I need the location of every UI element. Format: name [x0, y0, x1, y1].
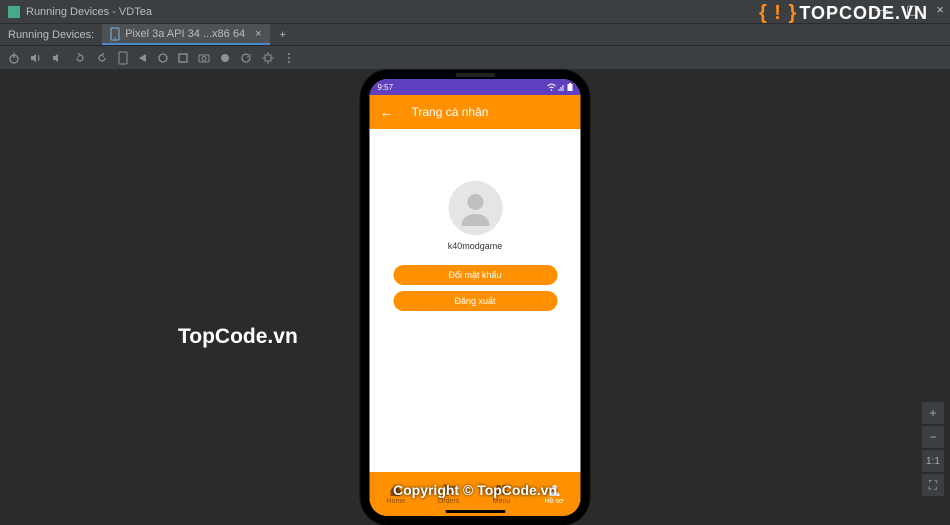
- refresh-icon[interactable]: [240, 52, 252, 64]
- back-button[interactable]: ←: [380, 104, 394, 120]
- phone-screen: 9:57 ← Trang cá nhân k40modgame Đổi mật …: [370, 79, 581, 516]
- watermark-bottom: Copyright © TopCode.vn: [393, 482, 557, 498]
- volume-icon[interactable]: [30, 52, 42, 64]
- zoom-fit-button[interactable]: ⛶: [922, 474, 944, 496]
- logout-button[interactable]: Đăng xuất: [393, 291, 557, 311]
- record-icon[interactable]: [220, 53, 230, 63]
- username-label: k40modgame: [448, 241, 503, 251]
- device-stage: TopCode.vn 9:57 ← Trang cá nhân k: [0, 70, 950, 506]
- emulator-toolbar: [0, 46, 950, 70]
- device-tab-active[interactable]: Pixel 3a API 34 ...x86 64 ×: [102, 24, 269, 45]
- phone-speaker: [455, 73, 495, 77]
- rotate-left-icon[interactable]: [74, 52, 86, 64]
- home-circle-icon[interactable]: [158, 53, 168, 63]
- watermark-left: TopCode.vn: [178, 325, 298, 349]
- status-time: 9:57: [378, 83, 394, 92]
- back-triangle-icon[interactable]: [138, 53, 148, 63]
- zoom-in-button[interactable]: +: [922, 402, 944, 424]
- phone-icon: [110, 27, 120, 41]
- logo-text: TOPCODE.VN: [799, 3, 928, 24]
- nav-label: Home: [387, 498, 406, 505]
- profile-content: k40modgame Đổi mật khẩu Đăng xuất: [370, 129, 581, 472]
- logo-brackets: { ! }: [759, 2, 797, 25]
- watermark-logo: { ! } TOPCODE.VN: [759, 2, 928, 25]
- more-icon[interactable]: [284, 52, 294, 64]
- app-icon: [8, 6, 20, 18]
- tab-close-icon[interactable]: ×: [255, 28, 261, 40]
- zoom-ratio-button[interactable]: 1:1: [922, 450, 944, 472]
- add-tab-button[interactable]: +: [270, 29, 296, 41]
- chip-icon[interactable]: [262, 52, 274, 64]
- person-icon: [455, 188, 495, 228]
- device-tab-label: Pixel 3a API 34 ...x86 64: [125, 28, 245, 40]
- home-indicator[interactable]: [445, 510, 505, 513]
- nav-label: Hồ sơ: [545, 498, 564, 505]
- nav-label: Orders: [438, 498, 459, 505]
- battery-icon: [568, 83, 573, 91]
- avatar-placeholder[interactable]: [448, 181, 502, 235]
- screenshot-icon[interactable]: [198, 53, 210, 63]
- device-frame-icon[interactable]: [118, 51, 128, 65]
- signal-icon: [559, 83, 565, 91]
- window-title: Running Devices - VDTea: [26, 6, 152, 18]
- close-window-button[interactable]: ×: [936, 2, 944, 18]
- device-tabbar: Running Devices: Pixel 3a API 34 ...x86 …: [0, 24, 950, 46]
- zoom-panel: + − 1:1 ⛶: [922, 402, 944, 496]
- status-right: [548, 83, 573, 91]
- overview-square-icon[interactable]: [178, 53, 188, 63]
- power-icon[interactable]: [8, 52, 20, 64]
- nav-label: Menu: [493, 498, 511, 505]
- change-password-button[interactable]: Đổi mật khẩu: [393, 265, 557, 285]
- tabs-group-label: Running Devices:: [0, 29, 102, 41]
- appbar-title: Trang cá nhân: [412, 105, 489, 119]
- app-bar: ← Trang cá nhân: [370, 95, 581, 129]
- wifi-icon: [548, 83, 556, 91]
- rotate-right-icon[interactable]: [96, 52, 108, 64]
- zoom-out-button[interactable]: −: [922, 426, 944, 448]
- volume-down-icon[interactable]: [52, 52, 64, 64]
- phone-frame: 9:57 ← Trang cá nhân k40modgame Đổi mật …: [361, 70, 590, 525]
- android-statusbar: 9:57: [370, 79, 581, 95]
